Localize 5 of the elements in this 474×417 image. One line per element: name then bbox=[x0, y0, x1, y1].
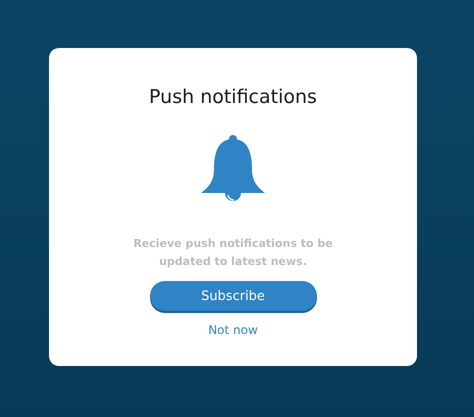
bell-icon bbox=[199, 135, 267, 203]
subscribe-button[interactable]: Subscribe bbox=[150, 281, 316, 311]
message-text: Recieve push notifications to be updated to latest news. bbox=[132, 236, 334, 270]
not-now-link[interactable]: Not now bbox=[208, 323, 258, 337]
card-title: Push notifications bbox=[149, 85, 317, 109]
